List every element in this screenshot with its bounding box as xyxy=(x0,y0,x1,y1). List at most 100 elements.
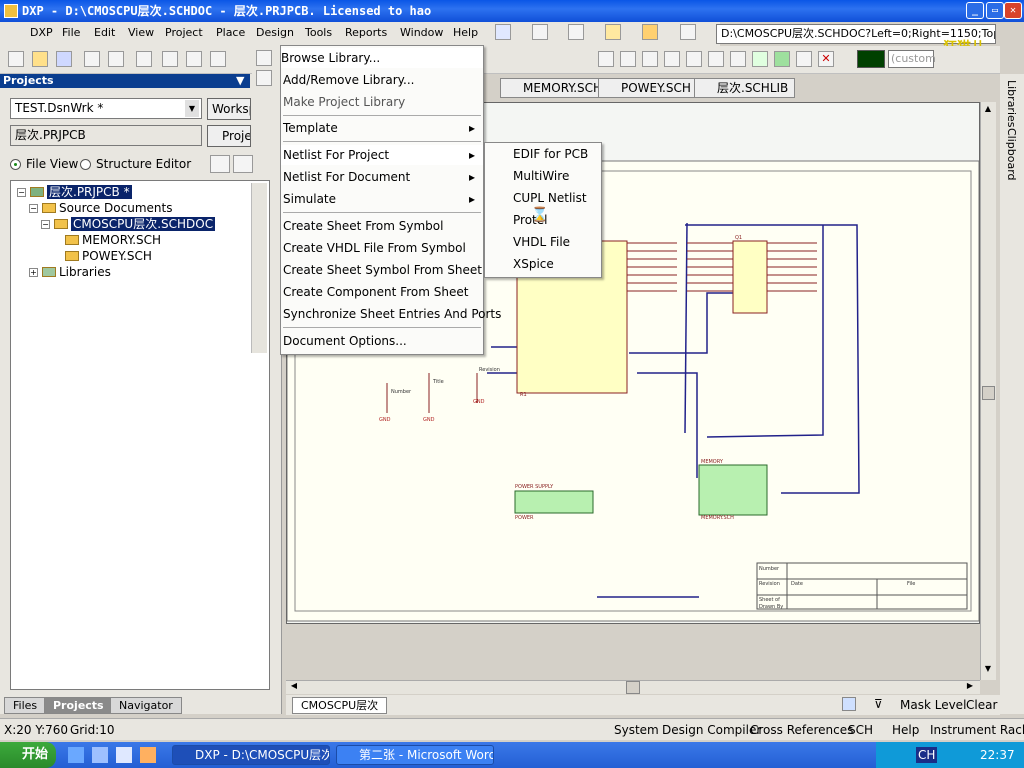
tree-libraries[interactable]: + Libraries xyxy=(29,265,111,280)
tree-memory[interactable]: MEMORY.SCH xyxy=(65,233,161,248)
menu-item-make-project-library[interactable]: Make Project Library xyxy=(281,92,483,112)
tree-cmoscpu[interactable]: − CMOSCPU层次.SCHDOC xyxy=(41,217,216,232)
filter-icon[interactable]: ⊽ xyxy=(874,697,883,711)
horizontal-scrollbar[interactable]: ◀ ▶ xyxy=(286,680,980,694)
language-indicator[interactable]: CH xyxy=(916,747,938,763)
port-icon-2[interactable] xyxy=(796,51,812,67)
collapse-icon[interactable]: − xyxy=(29,204,38,213)
pin-icon[interactable] xyxy=(605,24,621,40)
submenu-cupl[interactable]: CUPL Netlist xyxy=(513,191,587,205)
save-icon[interactable] xyxy=(56,51,72,67)
tree-scrollbar[interactable] xyxy=(251,183,267,353)
scroll-up-button[interactable]: ▲ xyxy=(981,104,995,116)
zoom-fit-icon[interactable] xyxy=(162,51,178,67)
scroll-thumb[interactable] xyxy=(982,386,995,400)
submenu-multiwire[interactable]: MultiWire xyxy=(513,169,569,183)
menu-design[interactable]: Design xyxy=(256,26,294,39)
file-view-radio[interactable] xyxy=(10,159,21,170)
scroll-down-button[interactable]: ▼ xyxy=(981,664,995,676)
project-button[interactable]: Project xyxy=(207,125,251,147)
tree-root[interactable]: − 层次.PRJPCB * xyxy=(17,185,132,200)
tree-source-documents[interactable]: − Source Documents xyxy=(29,201,172,216)
vcc-icon[interactable] xyxy=(708,51,724,67)
menu-project[interactable]: Project xyxy=(165,26,203,39)
outlook-icon[interactable] xyxy=(92,747,108,763)
desktop-icon[interactable] xyxy=(116,747,132,763)
menu-item-browse-library[interactable]: Browse Library... xyxy=(281,48,483,68)
status-instrument-racks-button[interactable]: Instrument Racks xyxy=(930,723,1024,737)
scroll-right-button[interactable]: ▶ xyxy=(964,681,976,694)
pencil-icon[interactable] xyxy=(495,24,511,40)
menu-item-netlist-for-document[interactable]: Netlist For Document ▸ xyxy=(281,167,483,187)
maximize-button[interactable]: ▭ xyxy=(986,2,1004,19)
menu-dxp[interactable]: DXP xyxy=(30,26,53,39)
tab-sheet[interactable]: CMOSCPU层次 xyxy=(292,697,388,714)
mask-level-button[interactable]: Mask Level xyxy=(900,698,966,712)
scroll-left-button[interactable]: ◀ xyxy=(288,681,300,694)
menu-item-simulate[interactable]: Simulate ▸ xyxy=(281,189,483,209)
status-design-compiler-button[interactable]: Design Compiler xyxy=(662,723,761,737)
tab-projects[interactable]: Projects xyxy=(44,697,113,714)
menu-item-template[interactable]: Template ▸ xyxy=(281,118,483,138)
submenu-xspice[interactable]: XSpice xyxy=(513,257,554,271)
menu-tools[interactable]: Tools xyxy=(305,26,332,39)
clipboard-panel-tab[interactable]: Clipboard xyxy=(1005,128,1018,181)
print-preview-icon[interactable] xyxy=(108,51,124,67)
tab-powey[interactable]: POWEY.SCH xyxy=(598,78,698,98)
part-icon[interactable] xyxy=(730,51,746,67)
tab-memory[interactable]: MEMORY.SCH xyxy=(500,78,610,98)
status-help-button[interactable]: Help xyxy=(892,723,919,737)
net-label-icon[interactable] xyxy=(642,51,658,67)
custom-field[interactable]: (custom xyxy=(888,50,936,68)
menu-item-synchronize[interactable]: Synchronize Sheet Entries And Ports xyxy=(281,304,501,324)
status-cross-references-button[interactable]: Cross References xyxy=(750,723,853,737)
menu-item-create-sheet-from-symbol[interactable]: Create Sheet From Symbol xyxy=(281,216,483,236)
sheet-entry-icon[interactable] xyxy=(774,51,790,67)
menu-item-create-component[interactable]: Create Component From Sheet xyxy=(281,282,483,302)
menu-item-netlist-for-project[interactable]: Netlist For Project ▸ xyxy=(281,145,483,165)
collapse-icon[interactable]: − xyxy=(17,188,26,197)
taskbar-word[interactable]: 第二张 - Microsoft Word xyxy=(336,745,494,765)
ie-icon[interactable] xyxy=(68,747,84,763)
submenu-edif[interactable]: EDIF for PCB xyxy=(513,147,588,161)
hscroll-thumb[interactable] xyxy=(626,681,640,694)
menu-help[interactable]: Help xyxy=(453,26,478,39)
bus-entry-icon[interactable] xyxy=(620,51,636,67)
compile-icon[interactable] xyxy=(210,155,230,173)
clear-button[interactable]: Clear xyxy=(966,698,997,712)
tree-powey[interactable]: POWEY.SCH xyxy=(65,249,152,264)
minimize-button[interactable]: _ xyxy=(966,2,984,19)
color-swatch[interactable] xyxy=(857,50,885,68)
status-sch-button[interactable]: SCH xyxy=(848,723,873,737)
collapse-icon[interactable]: − xyxy=(41,220,50,229)
chevron-down-icon[interactable]: ▼ xyxy=(236,74,244,88)
submenu-vhdl[interactable]: VHDL File xyxy=(513,235,570,249)
menu-window[interactable]: Window xyxy=(400,26,443,39)
vertical-scrollbar[interactable]: ▲ ▼ xyxy=(980,102,996,680)
structure-editor-radio[interactable] xyxy=(80,159,91,170)
taskbar-dxp[interactable]: DXP - D:\CMOSCPU层次.... xyxy=(172,745,330,765)
tab-schlib[interactable]: 层次.SCHLIB xyxy=(694,78,796,98)
menu-reports[interactable]: Reports xyxy=(345,26,387,39)
zoom-select-icon[interactable] xyxy=(210,51,226,67)
no-erc-icon[interactable]: ✕ xyxy=(818,51,834,67)
tab-navigator[interactable]: Navigator xyxy=(110,697,182,714)
menu-item-document-options[interactable]: Document Options... xyxy=(281,331,483,351)
dropdown-arrow-icon[interactable]: ▼ xyxy=(185,100,199,117)
ground-icon[interactable] xyxy=(568,24,584,40)
libraries-panel-tab[interactable]: Libraries xyxy=(1005,80,1018,128)
close-button[interactable]: ✕ xyxy=(1004,2,1022,19)
workspace-select[interactable]: TEST.DsnWrk * ▼ xyxy=(10,98,202,119)
sheet-symbol-icon[interactable] xyxy=(752,51,768,67)
media-icon[interactable] xyxy=(140,747,156,763)
port-icon[interactable] xyxy=(642,24,658,40)
workspace-button[interactable]: Workspace xyxy=(207,98,251,120)
menu-item-create-sheet-symbol[interactable]: Create Sheet Symbol From Sheet xyxy=(281,260,483,280)
zoom-area-icon[interactable] xyxy=(186,51,202,67)
wire-icon[interactable] xyxy=(598,51,614,67)
status-system-button[interactable]: System xyxy=(614,723,659,737)
pencil-icon[interactable] xyxy=(842,697,856,711)
menu-place[interactable]: Place xyxy=(216,26,245,39)
start-button[interactable]: 开始 xyxy=(0,742,56,768)
print-icon[interactable] xyxy=(84,51,100,67)
